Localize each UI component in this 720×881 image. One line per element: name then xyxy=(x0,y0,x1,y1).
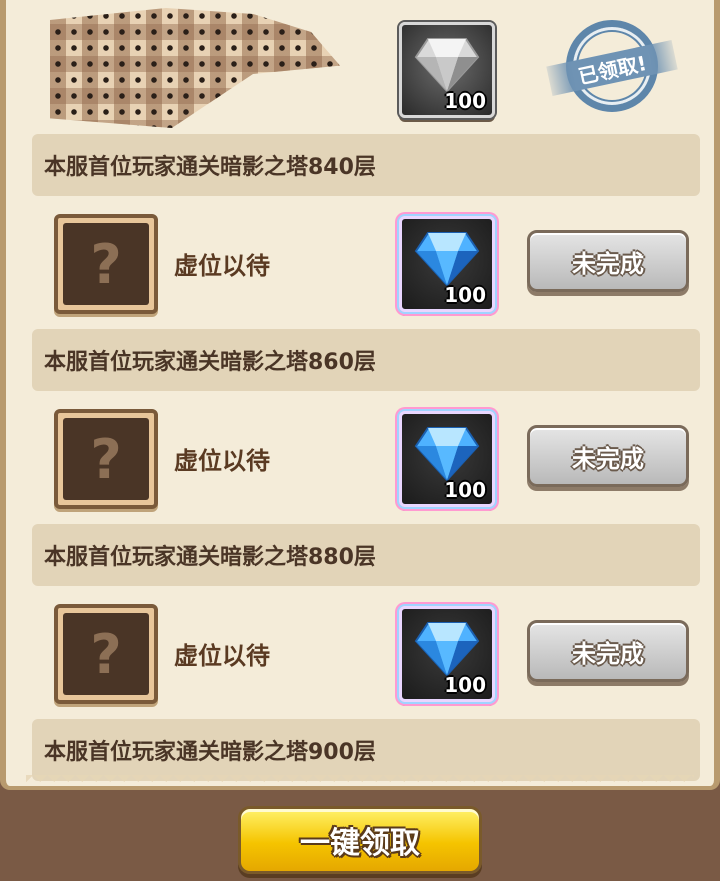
reward-panel: 100 已领取! 本服首位玩家通关暗影之塔840层 ? 虚位以待 100 未完成… xyxy=(0,0,720,790)
question-mark-icon: ? xyxy=(63,418,149,500)
reward-quantity: 100 xyxy=(444,478,486,502)
question-mark-icon: ? xyxy=(63,613,149,695)
empty-avatar-slot: ? xyxy=(54,409,158,509)
claim-all-button[interactable]: 一键领取 xyxy=(238,806,482,874)
blue-gem-icon xyxy=(414,232,480,287)
incomplete-button[interactable]: 未完成 xyxy=(527,620,689,682)
panel-zigzag-border xyxy=(26,775,694,786)
task-description: 本服首位玩家通关暗影之塔900层 xyxy=(32,719,700,781)
task-description: 本服首位玩家通关暗影之塔840层 xyxy=(32,134,700,196)
reward-slot[interactable]: 100 xyxy=(399,411,495,507)
blue-gem-icon xyxy=(414,427,480,482)
reward-slot[interactable]: 100 xyxy=(399,216,495,312)
task-description: 本服首位玩家通关暗影之塔880层 xyxy=(32,524,700,586)
question-mark-icon: ? xyxy=(63,223,149,305)
redacted-avatar-mosaic xyxy=(50,8,340,128)
empty-avatar-slot: ? xyxy=(54,214,158,314)
reward-quantity: 100 xyxy=(444,673,486,697)
reward-quantity: 100 xyxy=(444,283,486,307)
player-name: 虚位以待 xyxy=(174,252,270,280)
player-name: 虚位以待 xyxy=(174,447,270,475)
player-name: 虚位以待 xyxy=(174,642,270,670)
reward-slot[interactable]: 100 xyxy=(399,606,495,702)
incomplete-button[interactable]: 未完成 xyxy=(527,230,689,292)
task-description: 本服首位玩家通关暗影之塔860层 xyxy=(32,329,700,391)
claimed-stamp: 已领取! xyxy=(546,20,678,112)
empty-avatar-slot: ? xyxy=(54,604,158,704)
incomplete-button[interactable]: 未完成 xyxy=(527,425,689,487)
blue-gem-icon xyxy=(414,622,480,677)
reward-quantity: 100 xyxy=(444,89,486,113)
reward-slot[interactable]: 100 xyxy=(399,22,495,118)
gray-gem-icon xyxy=(414,38,480,93)
